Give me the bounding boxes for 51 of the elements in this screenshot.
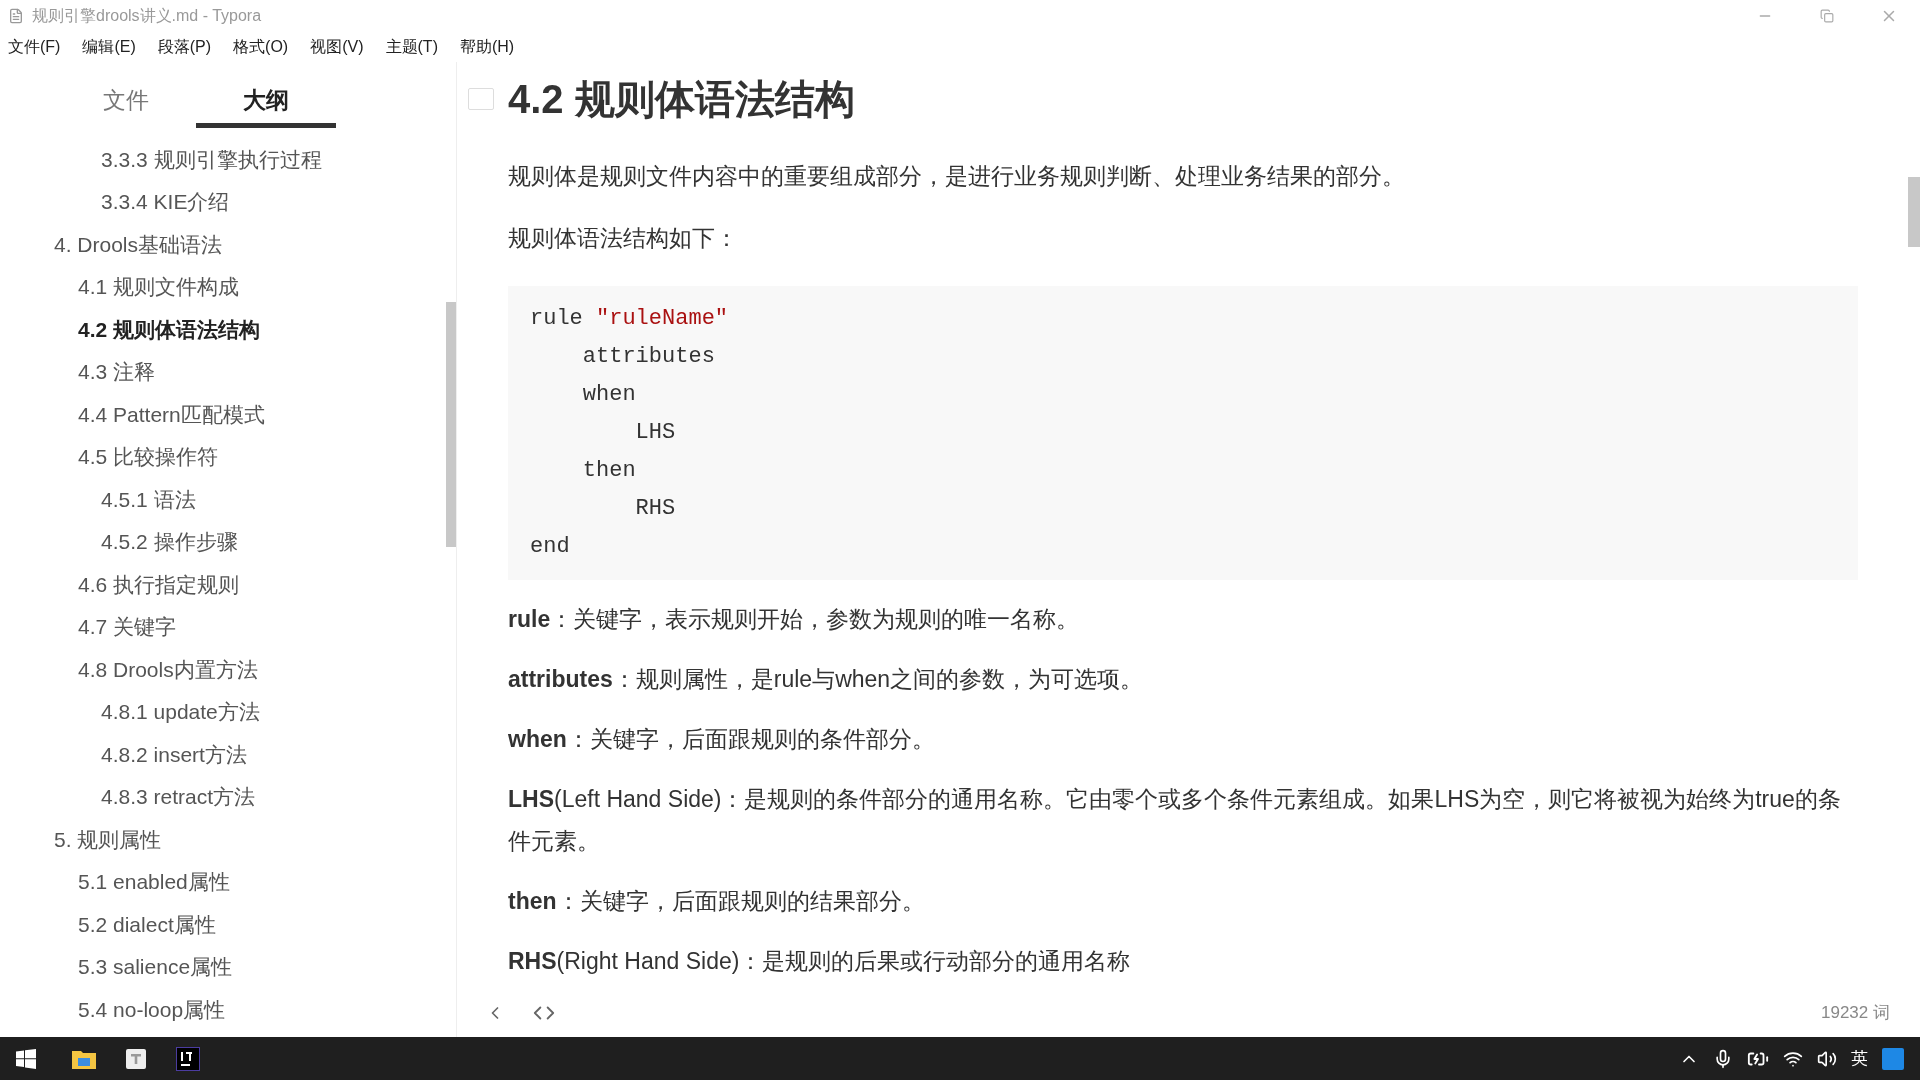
outline-item[interactable]: 4.8 Drools内置方法 [0,648,436,691]
app-icon [8,8,24,24]
heading: 4.2 规则体语法结构 [508,76,855,123]
outline-item[interactable]: 5.2 dialect属性 [0,903,436,946]
scrollbar-thumb[interactable] [446,302,456,547]
outline-item[interactable]: 4.5 比较操作符 [0,435,436,478]
folder-icon[interactable] [72,1048,96,1069]
outline-item[interactable]: 4.4 Pattern匹配模式 [0,393,436,436]
outline-item[interactable]: 4.8.1 update方法 [0,690,436,733]
paragraph: 规则体是规则文件内容中的重要组成部分，是进行业务规则判断、处理业务结果的部分。 [508,162,1406,191]
code-block: rule "ruleName" attributes when LHS then RHS end [508,286,1858,580]
outline-item[interactable]: 5. 规则属性 [0,818,436,861]
outline-item[interactable]: 4.6 执行指定规则 [0,563,436,606]
outline-item[interactable]: 3.3.4 KIE介绍 [0,180,436,223]
outline-item[interactable]: 4.1 规则文件构成 [0,265,436,308]
outline-item[interactable]: 4.2 规则体语法结构 [0,308,436,351]
sidebar-tab[interactable]: 文件 [56,78,196,128]
definition-paragraph: then：关键字，后面跟规则的结果部分。 [508,887,926,916]
paragraph: 规则体语法结构如下： [508,224,739,253]
menu-item[interactable]: 文件(F) [8,35,61,59]
input-method[interactable]: 英 [1851,1045,1868,1072]
outline-item[interactable]: 5.3 salience属性 [0,945,436,988]
outline-item[interactable]: 4.5.2 操作步骤 [0,520,436,563]
outline-item[interactable]: 4.5.1 语法 [0,478,436,521]
definition-paragraph: LHS(Left Hand Side)：是规则的条件部分的通用名称。它由零个或多个条件元素组成。如果LHS为空，则它将被视为始终为true的条件元素。 [508,785,1842,856]
definition-paragraph: when：关键字，后面跟规则的条件部分。 [508,725,936,754]
word-count: 19232 词 [1821,1002,1890,1025]
scrollbar-thumb[interactable] [1908,177,1920,247]
outline-item[interactable]: 5.4 no-loop属性 [0,988,436,1031]
microphone-icon[interactable] [1713,1048,1733,1069]
outline-item[interactable]: 3.3.3 规则引擎执行过程 [0,138,436,181]
menu-item[interactable]: 视图(V) [310,35,364,59]
definition-paragraph: rule：关键字，表示规则开始，参数为规则的唯一名称。 [508,605,1081,634]
outline-item[interactable]: 4. Drools基础语法 [0,223,436,266]
sidebar-tab[interactable]: 大纲 [196,78,336,128]
outline-item[interactable]: 4.8.2 insert方法 [0,733,436,776]
outline-item[interactable]: 4.8.3 retract方法 [0,775,436,818]
outline-item[interactable]: 4.3 注释 [0,350,436,393]
menu-item[interactable]: 编辑(E) [82,35,136,59]
menu-item[interactable]: 主题(T) [385,35,438,59]
menu-item[interactable]: 格式(O) [233,35,289,59]
volume-icon[interactable] [1817,1048,1837,1069]
outline-item[interactable]: 5.1 enabled属性 [0,860,436,903]
menu-item[interactable]: 帮助(H) [459,35,515,59]
heading-marker-icon [468,88,494,110]
menu-item[interactable]: 段落(P) [157,35,212,59]
definition-paragraph: RHS(Right Hand Side)：是规则的后果或行动部分的通用名称 [508,947,1132,976]
definition-paragraph: attributes：规则属性，是rule与when之间的参数，为可选项。 [508,665,1145,694]
outline-item[interactable]: 4.7 关键字 [0,605,436,648]
windows-start-icon[interactable] [16,1048,36,1069]
window-title: 规则引擎drools讲义.md - Typora [32,6,262,26]
